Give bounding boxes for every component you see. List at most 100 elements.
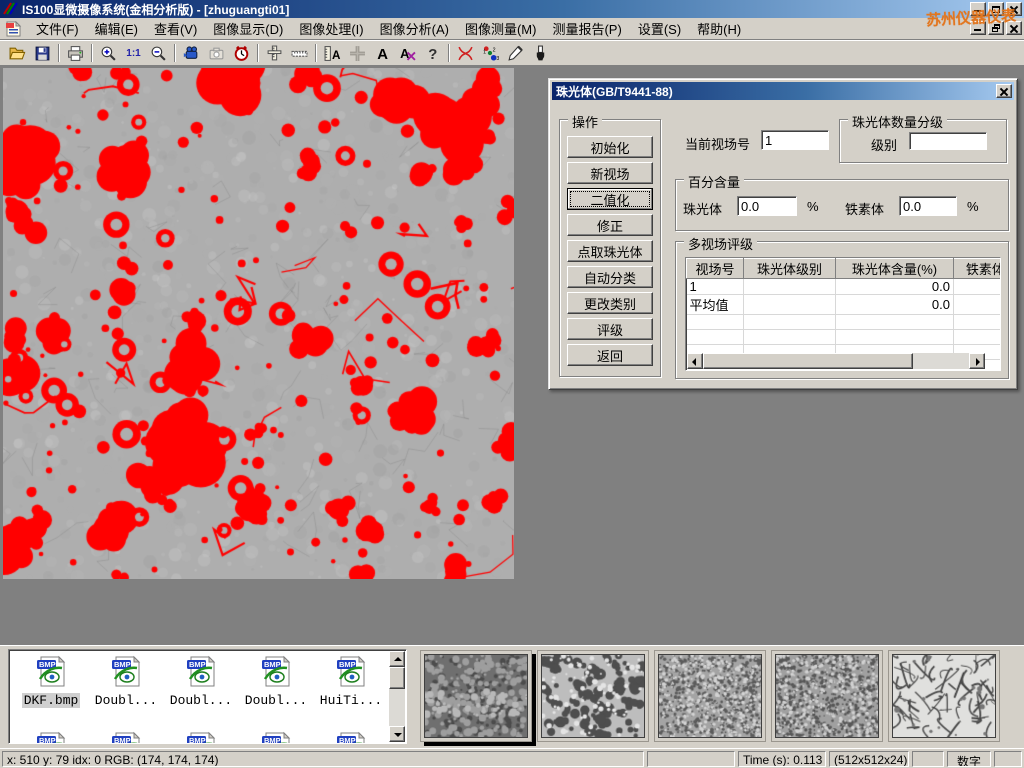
file-item[interactable]: Doubl... <box>165 655 237 708</box>
file-item[interactable]: HuiTi... <box>315 655 387 708</box>
scroll-left-button[interactable] <box>687 353 703 369</box>
table-horizontal-scrollbar[interactable] <box>687 353 985 369</box>
measure-text-button[interactable]: A <box>320 42 345 64</box>
open-file-button[interactable] <box>5 42 30 64</box>
dialog-close-button[interactable] <box>996 84 1012 98</box>
text-delete-button[interactable]: A <box>395 42 420 64</box>
file-list-scrollbar[interactable] <box>389 651 405 742</box>
scrollbar-thumb[interactable] <box>703 353 913 369</box>
toolbar-separator <box>448 44 450 62</box>
current-field-input[interactable]: 1 <box>761 130 829 150</box>
save-button[interactable] <box>30 42 55 64</box>
table-row[interactable]: 1 0.0 <box>687 279 1002 295</box>
maximize-button[interactable] <box>988 2 1004 16</box>
ruler-text-icon: A <box>324 45 341 62</box>
brush-icon <box>532 45 549 62</box>
child-minimize-button[interactable] <box>970 21 986 35</box>
file-item[interactable]: Doubl... <box>90 655 162 708</box>
print-button[interactable] <box>63 42 88 64</box>
grade-button[interactable]: 评级 <box>567 318 653 340</box>
svg-text:3: 3 <box>496 55 499 61</box>
bottom-panel: BMP DKF.bmp Doubl... Doubl... <box>0 645 1024 748</box>
multi-field-group-label: 多视场评级 <box>684 234 757 253</box>
help-button[interactable]: ? <box>420 42 445 64</box>
actual-size-button[interactable]: 1:1 <box>121 42 146 64</box>
file-item[interactable] <box>240 731 312 744</box>
menu-image-measure[interactable]: 图像测量(M) <box>457 17 545 40</box>
curve-tool-button[interactable] <box>453 42 478 64</box>
correct-button[interactable]: 修正 <box>567 214 653 236</box>
timer-button[interactable] <box>229 42 254 64</box>
col-pearlite-level[interactable]: 珠光体级别 <box>744 259 836 279</box>
svg-text:?: ? <box>428 46 437 61</box>
file-item[interactable]: Doubl... <box>240 655 312 708</box>
pearlite-percent-input[interactable]: 0.0 <box>737 196 797 216</box>
pen-icon <box>507 45 524 62</box>
menu-report[interactable]: 测量报告(P) <box>544 17 629 40</box>
actual-size-icon: 1:1 <box>126 48 140 59</box>
video-capture-button[interactable] <box>179 42 204 64</box>
col-ferrite-content[interactable]: 铁素体含量(%) <box>954 259 1002 279</box>
binarize-button[interactable]: 二值化 <box>567 188 653 210</box>
init-button[interactable]: 初始化 <box>567 136 653 158</box>
menu-image-display[interactable]: 图像显示(D) <box>205 17 291 40</box>
pen-button[interactable] <box>503 42 528 64</box>
change-class-button[interactable]: 更改类别 <box>567 292 653 314</box>
scrollbar-thumb[interactable] <box>389 667 405 689</box>
zoom-in-button[interactable] <box>96 42 121 64</box>
document-icon[interactable] <box>5 21 22 37</box>
menu-view[interactable]: 查看(V) <box>146 17 205 40</box>
ruler-horizontal-button[interactable] <box>287 42 312 64</box>
ferrite-percent-sign: % <box>967 199 979 214</box>
child-close-button[interactable] <box>1006 21 1022 35</box>
scroll-up-button[interactable] <box>389 651 405 667</box>
new-field-button[interactable]: 新视场 <box>567 162 653 184</box>
ferrite-label: 铁素体 <box>845 199 884 218</box>
grade-level-input[interactable] <box>909 132 987 150</box>
micrograph-image[interactable] <box>3 68 514 579</box>
col-pearlite-content[interactable]: 珠光体含量(%) <box>836 259 954 279</box>
auto-classify-button[interactable]: 自动分类 <box>567 266 653 288</box>
zoom-out-icon <box>150 45 167 62</box>
menu-file[interactable]: 文件(F) <box>28 17 87 40</box>
toolbar-separator <box>174 44 176 62</box>
pearlite-percent-sign: % <box>807 199 819 214</box>
file-item[interactable] <box>315 731 387 744</box>
move-cross-button[interactable] <box>345 42 370 64</box>
file-item[interactable] <box>15 731 87 744</box>
count-points-button[interactable]: 1 2 3 <box>478 42 503 64</box>
file-item[interactable] <box>90 731 162 744</box>
menu-edit[interactable]: 编辑(E) <box>87 17 146 40</box>
minimize-button[interactable] <box>970 2 986 16</box>
file-item[interactable] <box>165 731 237 744</box>
menu-image-analysis[interactable]: 图像分析(A) <box>372 17 457 40</box>
thumbnail-2[interactable] <box>537 650 649 742</box>
file-item[interactable]: DKF.bmp <box>15 655 87 708</box>
caliper-button[interactable] <box>262 42 287 64</box>
menu-help[interactable]: 帮助(H) <box>689 17 749 40</box>
table-row[interactable]: 平均值 0.0 <box>687 295 1002 315</box>
close-button[interactable] <box>1006 2 1022 16</box>
zoom-in-icon <box>100 45 117 62</box>
thumbnail-5[interactable] <box>888 650 1000 742</box>
bmp-file-icon <box>259 731 293 744</box>
help-icon: ? <box>424 45 441 62</box>
zoom-out-button[interactable] <box>146 42 171 64</box>
pick-pearlite-button[interactable]: 点取珠光体 <box>567 240 653 262</box>
status-time: Time (s): 0.113 <box>738 751 826 767</box>
child-restore-button[interactable] <box>988 21 1004 35</box>
menu-image-process[interactable]: 图像处理(I) <box>291 17 371 40</box>
text-delete-icon: A <box>399 45 416 62</box>
brush-button[interactable] <box>528 42 553 64</box>
scroll-right-button[interactable] <box>969 353 985 369</box>
text-button[interactable]: A <box>370 42 395 64</box>
return-button[interactable]: 返回 <box>567 344 653 366</box>
menu-settings[interactable]: 设置(S) <box>630 17 689 40</box>
thumbnail-3[interactable] <box>654 650 766 742</box>
thumbnail-1[interactable] <box>420 650 532 742</box>
thumbnail-4[interactable] <box>771 650 883 742</box>
scroll-down-button[interactable] <box>389 726 405 742</box>
col-field-number[interactable]: 视场号 <box>687 259 744 279</box>
ferrite-percent-input[interactable]: 0.0 <box>899 196 957 216</box>
camera-capture-button[interactable] <box>204 42 229 64</box>
